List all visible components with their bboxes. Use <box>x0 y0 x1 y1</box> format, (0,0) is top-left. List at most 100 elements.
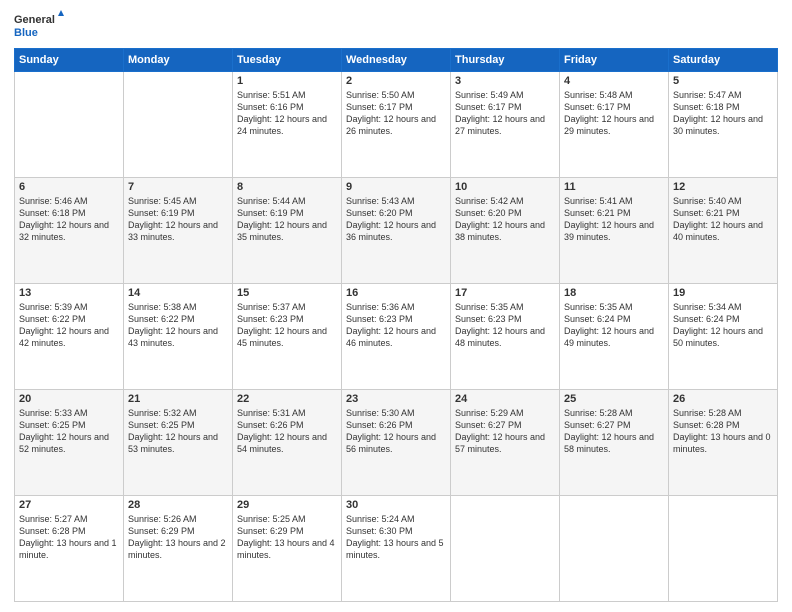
calendar-cell: 23Sunrise: 5:30 AM Sunset: 6:26 PM Dayli… <box>342 390 451 496</box>
day-info: Sunrise: 5:51 AM Sunset: 6:16 PM Dayligh… <box>237 89 337 138</box>
page: General Blue SundayMondayTuesdayWednesda… <box>0 0 792 612</box>
calendar-cell: 16Sunrise: 5:36 AM Sunset: 6:23 PM Dayli… <box>342 284 451 390</box>
calendar-cell: 7Sunrise: 5:45 AM Sunset: 6:19 PM Daylig… <box>124 178 233 284</box>
day-info: Sunrise: 5:29 AM Sunset: 6:27 PM Dayligh… <box>455 407 555 456</box>
calendar-cell <box>124 72 233 178</box>
day-info: Sunrise: 5:32 AM Sunset: 6:25 PM Dayligh… <box>128 407 228 456</box>
day-number: 4 <box>564 75 664 87</box>
day-info: Sunrise: 5:25 AM Sunset: 6:29 PM Dayligh… <box>237 513 337 562</box>
week-row-0: 1 Sunrise: 5:51 AM Sunset: 6:16 PM Daylig… <box>15 72 778 178</box>
calendar-cell: 24 Sunrise: 5:29 AM Sunset: 6:27 PM Dayli… <box>451 390 560 496</box>
day-info: Sunrise: 5:35 AM Sunset: 6:23 PM Dayligh… <box>455 301 555 350</box>
day-number: 13 <box>19 287 119 299</box>
day-info: Sunrise: 5:28 AM Sunset: 6:28 PM Dayligh… <box>673 407 773 456</box>
day-number: 5 <box>673 75 773 87</box>
day-info: Sunrise: 5:37 AM Sunset: 6:23 PM Dayligh… <box>237 301 337 350</box>
calendar-cell: 22 Sunrise: 5:31 AM Sunset: 6:26 PM Dayli… <box>233 390 342 496</box>
day-number: 21 <box>128 393 228 405</box>
day-info: Sunrise: 5:34 AM Sunset: 6:24 PM Dayligh… <box>673 301 773 350</box>
calendar-cell: 15 Sunrise: 5:37 AM Sunset: 6:23 PM Dayli… <box>233 284 342 390</box>
day-number: 2 <box>346 75 446 87</box>
weekday-header-wednesday: Wednesday <box>342 49 451 72</box>
weekday-header-monday: Monday <box>124 49 233 72</box>
day-number: 20 <box>19 393 119 405</box>
day-info: Sunrise: 5:47 AM Sunset: 6:18 PM Dayligh… <box>673 89 773 138</box>
calendar-cell: 4 Sunrise: 5:48 AM Sunset: 6:17 PM Daylig… <box>560 72 669 178</box>
day-number: 16 <box>346 287 446 299</box>
day-info: Sunrise: 5:28 AM Sunset: 6:27 PM Dayligh… <box>564 407 664 456</box>
day-number: 30 <box>346 499 446 511</box>
day-number: 9 <box>346 181 446 193</box>
calendar-cell: 14 Sunrise: 5:38 AM Sunset: 6:22 PM Dayli… <box>124 284 233 390</box>
day-number: 8 <box>237 181 337 193</box>
calendar-cell: 12 Sunrise: 5:40 AM Sunset: 6:21 PM Dayli… <box>669 178 778 284</box>
calendar-cell: 10Sunrise: 5:42 AM Sunset: 6:20 PM Dayli… <box>451 178 560 284</box>
day-info: Sunrise: 5:41 AM Sunset: 6:21 PM Dayligh… <box>564 195 664 244</box>
day-info: Sunrise: 5:43 AM Sunset: 6:20 PM Dayligh… <box>346 195 446 244</box>
calendar-cell: 13 Sunrise: 5:39 AM Sunset: 6:22 PM Dayli… <box>15 284 124 390</box>
day-number: 3 <box>455 75 555 87</box>
day-info: Sunrise: 5:31 AM Sunset: 6:26 PM Dayligh… <box>237 407 337 456</box>
calendar-cell: 11 Sunrise: 5:41 AM Sunset: 6:21 PM Dayli… <box>560 178 669 284</box>
day-number: 14 <box>128 287 228 299</box>
calendar-cell: 28 Sunrise: 5:26 AM Sunset: 6:29 PM Dayli… <box>124 496 233 602</box>
calendar-cell: 18Sunrise: 5:35 AM Sunset: 6:24 PM Dayli… <box>560 284 669 390</box>
day-info: Sunrise: 5:49 AM Sunset: 6:17 PM Dayligh… <box>455 89 555 138</box>
day-info: Sunrise: 5:48 AM Sunset: 6:17 PM Dayligh… <box>564 89 664 138</box>
day-info: Sunrise: 5:44 AM Sunset: 6:19 PM Dayligh… <box>237 195 337 244</box>
svg-text:General: General <box>14 14 55 26</box>
day-number: 12 <box>673 181 773 193</box>
weekday-header-friday: Friday <box>560 49 669 72</box>
day-info: Sunrise: 5:45 AM Sunset: 6:19 PM Dayligh… <box>128 195 228 244</box>
week-row-1: 6 Sunrise: 5:46 AM Sunset: 6:18 PM Daylig… <box>15 178 778 284</box>
weekday-header-tuesday: Tuesday <box>233 49 342 72</box>
day-number: 11 <box>564 181 664 193</box>
calendar-cell: 3 Sunrise: 5:49 AM Sunset: 6:17 PM Daylig… <box>451 72 560 178</box>
day-info: Sunrise: 5:35 AM Sunset: 6:24 PM Dayligh… <box>564 301 664 350</box>
day-number: 24 <box>455 393 555 405</box>
day-info: Sunrise: 5:38 AM Sunset: 6:22 PM Dayligh… <box>128 301 228 350</box>
weekday-header-row: SundayMondayTuesdayWednesdayThursdayFrid… <box>15 49 778 72</box>
calendar-cell: 26 Sunrise: 5:28 AM Sunset: 6:28 PM Dayli… <box>669 390 778 496</box>
calendar-cell: 20Sunrise: 5:33 AM Sunset: 6:25 PM Dayli… <box>15 390 124 496</box>
calendar-cell: 21 Sunrise: 5:32 AM Sunset: 6:25 PM Dayli… <box>124 390 233 496</box>
logo: General Blue <box>14 10 64 40</box>
day-number: 28 <box>128 499 228 511</box>
day-info: Sunrise: 5:30 AM Sunset: 6:26 PM Dayligh… <box>346 407 446 456</box>
day-info: Sunrise: 5:42 AM Sunset: 6:20 PM Dayligh… <box>455 195 555 244</box>
day-number: 29 <box>237 499 337 511</box>
calendar-cell: 8 Sunrise: 5:44 AM Sunset: 6:19 PM Daylig… <box>233 178 342 284</box>
calendar-cell: 2Sunrise: 5:50 AM Sunset: 6:17 PM Daylig… <box>342 72 451 178</box>
calendar-table: SundayMondayTuesdayWednesdayThursdayFrid… <box>14 48 778 602</box>
logo-svg: General Blue <box>14 10 64 40</box>
week-row-4: 27Sunrise: 5:27 AM Sunset: 6:28 PM Dayli… <box>15 496 778 602</box>
day-info: Sunrise: 5:39 AM Sunset: 6:22 PM Dayligh… <box>19 301 119 350</box>
calendar-cell <box>669 496 778 602</box>
weekday-header-sunday: Sunday <box>15 49 124 72</box>
day-number: 17 <box>455 287 555 299</box>
day-number: 19 <box>673 287 773 299</box>
day-number: 22 <box>237 393 337 405</box>
day-info: Sunrise: 5:40 AM Sunset: 6:21 PM Dayligh… <box>673 195 773 244</box>
day-number: 6 <box>19 181 119 193</box>
day-number: 26 <box>673 393 773 405</box>
week-row-3: 20Sunrise: 5:33 AM Sunset: 6:25 PM Dayli… <box>15 390 778 496</box>
day-number: 15 <box>237 287 337 299</box>
calendar-cell: 9 Sunrise: 5:43 AM Sunset: 6:20 PM Daylig… <box>342 178 451 284</box>
calendar-cell: 19 Sunrise: 5:34 AM Sunset: 6:24 PM Dayli… <box>669 284 778 390</box>
calendar-cell <box>15 72 124 178</box>
calendar-cell: 30 Sunrise: 5:24 AM Sunset: 6:30 PM Dayli… <box>342 496 451 602</box>
calendar-cell: 5 Sunrise: 5:47 AM Sunset: 6:18 PM Daylig… <box>669 72 778 178</box>
day-info: Sunrise: 5:46 AM Sunset: 6:18 PM Dayligh… <box>19 195 119 244</box>
week-row-2: 13 Sunrise: 5:39 AM Sunset: 6:22 PM Dayli… <box>15 284 778 390</box>
day-number: 25 <box>564 393 664 405</box>
day-number: 1 <box>237 75 337 87</box>
svg-text:Blue: Blue <box>14 27 38 39</box>
calendar-cell: 29 Sunrise: 5:25 AM Sunset: 6:29 PM Dayli… <box>233 496 342 602</box>
calendar-cell <box>451 496 560 602</box>
day-info: Sunrise: 5:26 AM Sunset: 6:29 PM Dayligh… <box>128 513 228 562</box>
calendar-cell: 25 Sunrise: 5:28 AM Sunset: 6:27 PM Dayli… <box>560 390 669 496</box>
day-info: Sunrise: 5:24 AM Sunset: 6:30 PM Dayligh… <box>346 513 446 562</box>
calendar-cell: 27Sunrise: 5:27 AM Sunset: 6:28 PM Dayli… <box>15 496 124 602</box>
weekday-header-thursday: Thursday <box>451 49 560 72</box>
